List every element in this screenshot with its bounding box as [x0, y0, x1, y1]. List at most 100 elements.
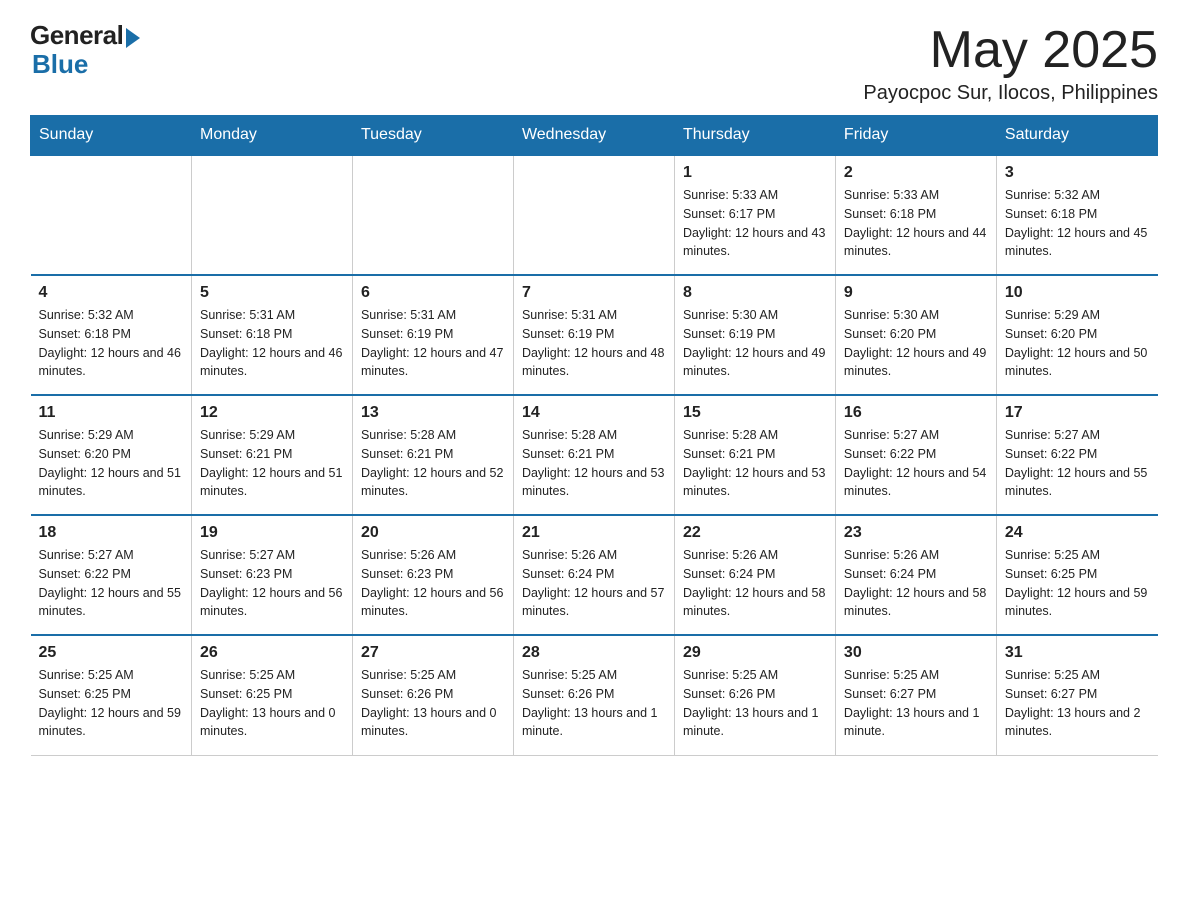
- calendar-week-row: 4Sunrise: 5:32 AM Sunset: 6:18 PM Daylig…: [31, 275, 1158, 395]
- day-number: 2: [844, 164, 988, 182]
- weekday-header-thursday: Thursday: [674, 116, 835, 156]
- calendar-cell: 7 Sunrise: 5:31 AM Sunset: 6:19 PM Daylig…: [513, 275, 674, 395]
- day-number: 4: [39, 284, 183, 302]
- logo-blue-text: Blue: [32, 49, 88, 80]
- calendar-cell: 27 Sunrise: 5:25 AM Sunset: 6:26 PM Dayli…: [352, 635, 513, 755]
- day-info: Sunrise: 5:33 AM Sunset: 6:18 PM Dayligh…: [844, 186, 988, 261]
- logo-general-text: General: [30, 20, 123, 51]
- weekday-header-row: SundayMondayTuesdayWednesdayThursdayFrid…: [31, 116, 1158, 156]
- calendar-cell: 13 Sunrise: 5:28 AM Sunset: 6:21 PM Dayli…: [352, 395, 513, 515]
- location-subtitle: Payocpoc Sur, Ilocos, Philippines: [863, 82, 1158, 105]
- weekday-header-sunday: Sunday: [31, 116, 192, 156]
- day-info: Sunrise: 5:31 AM Sunset: 6:19 PM Dayligh…: [522, 306, 666, 381]
- day-info: Sunrise: 5:26 AM Sunset: 6:24 PM Dayligh…: [683, 546, 827, 621]
- calendar-week-row: 25 Sunrise: 5:25 AM Sunset: 6:25 PM Dayli…: [31, 635, 1158, 755]
- day-info: Sunrise: 5:25 AM Sunset: 6:26 PM Dayligh…: [522, 666, 666, 741]
- day-number: 6: [361, 284, 505, 302]
- day-info: Sunrise: 5:30 AM Sunset: 6:19 PM Dayligh…: [683, 306, 827, 381]
- calendar-cell: [513, 155, 674, 275]
- logo-arrow-icon: [126, 28, 140, 48]
- weekday-header-friday: Friday: [835, 116, 996, 156]
- day-number: 5: [200, 284, 344, 302]
- day-info: Sunrise: 5:33 AM Sunset: 6:17 PM Dayligh…: [683, 186, 827, 261]
- weekday-header-saturday: Saturday: [996, 116, 1157, 156]
- day-number: 23: [844, 524, 988, 542]
- day-number: 15: [683, 404, 827, 422]
- calendar-cell: 1 Sunrise: 5:33 AM Sunset: 6:17 PM Daylig…: [674, 155, 835, 275]
- day-info: Sunrise: 5:25 AM Sunset: 6:27 PM Dayligh…: [1005, 666, 1150, 741]
- day-number: 19: [200, 524, 344, 542]
- day-number: 1: [683, 164, 827, 182]
- day-info: Sunrise: 5:30 AM Sunset: 6:20 PM Dayligh…: [844, 306, 988, 381]
- day-info: Sunrise: 5:25 AM Sunset: 6:27 PM Dayligh…: [844, 666, 988, 741]
- page-header: General Blue May 2025 Payocpoc Sur, Iloc…: [30, 20, 1158, 105]
- calendar-cell: 29 Sunrise: 5:25 AM Sunset: 6:26 PM Dayli…: [674, 635, 835, 755]
- day-info: Sunrise: 5:32 AM Sunset: 6:18 PM Dayligh…: [1005, 186, 1150, 261]
- calendar-cell: [191, 155, 352, 275]
- day-number: 24: [1005, 524, 1150, 542]
- day-info: Sunrise: 5:25 AM Sunset: 6:25 PM Dayligh…: [200, 666, 344, 741]
- calendar-cell: 26Sunrise: 5:25 AM Sunset: 6:25 PM Dayli…: [191, 635, 352, 755]
- day-number: 29: [683, 644, 827, 662]
- day-info: Sunrise: 5:28 AM Sunset: 6:21 PM Dayligh…: [522, 426, 666, 501]
- calendar-cell: 3 Sunrise: 5:32 AM Sunset: 6:18 PM Daylig…: [996, 155, 1157, 275]
- day-number: 7: [522, 284, 666, 302]
- day-info: Sunrise: 5:28 AM Sunset: 6:21 PM Dayligh…: [361, 426, 505, 501]
- day-number: 16: [844, 404, 988, 422]
- weekday-header-tuesday: Tuesday: [352, 116, 513, 156]
- day-info: Sunrise: 5:29 AM Sunset: 6:20 PM Dayligh…: [1005, 306, 1150, 381]
- calendar-week-row: 18 Sunrise: 5:27 AM Sunset: 6:22 PM Dayli…: [31, 515, 1158, 635]
- calendar-cell: 10Sunrise: 5:29 AM Sunset: 6:20 PM Dayli…: [996, 275, 1157, 395]
- day-info: Sunrise: 5:27 AM Sunset: 6:22 PM Dayligh…: [844, 426, 988, 501]
- day-number: 27: [361, 644, 505, 662]
- calendar-table: SundayMondayTuesdayWednesdayThursdayFrid…: [30, 115, 1158, 756]
- day-info: Sunrise: 5:29 AM Sunset: 6:20 PM Dayligh…: [39, 426, 183, 501]
- calendar-cell: 19 Sunrise: 5:27 AM Sunset: 6:23 PM Dayli…: [191, 515, 352, 635]
- calendar-cell: 2 Sunrise: 5:33 AM Sunset: 6:18 PM Daylig…: [835, 155, 996, 275]
- calendar-cell: 30 Sunrise: 5:25 AM Sunset: 6:27 PM Dayli…: [835, 635, 996, 755]
- day-info: Sunrise: 5:27 AM Sunset: 6:23 PM Dayligh…: [200, 546, 344, 621]
- weekday-header-wednesday: Wednesday: [513, 116, 674, 156]
- day-info: Sunrise: 5:26 AM Sunset: 6:23 PM Dayligh…: [361, 546, 505, 621]
- day-number: 13: [361, 404, 505, 422]
- day-number: 21: [522, 524, 666, 542]
- calendar-cell: [31, 155, 192, 275]
- day-number: 3: [1005, 164, 1150, 182]
- calendar-cell: 23Sunrise: 5:26 AM Sunset: 6:24 PM Dayli…: [835, 515, 996, 635]
- day-number: 12: [200, 404, 344, 422]
- day-info: Sunrise: 5:25 AM Sunset: 6:26 PM Dayligh…: [361, 666, 505, 741]
- calendar-cell: 31 Sunrise: 5:25 AM Sunset: 6:27 PM Dayli…: [996, 635, 1157, 755]
- calendar-week-row: 1 Sunrise: 5:33 AM Sunset: 6:17 PM Daylig…: [31, 155, 1158, 275]
- day-info: Sunrise: 5:25 AM Sunset: 6:25 PM Dayligh…: [39, 666, 183, 741]
- day-info: Sunrise: 5:27 AM Sunset: 6:22 PM Dayligh…: [39, 546, 183, 621]
- day-number: 28: [522, 644, 666, 662]
- calendar-cell: 28 Sunrise: 5:25 AM Sunset: 6:26 PM Dayli…: [513, 635, 674, 755]
- calendar-cell: 21 Sunrise: 5:26 AM Sunset: 6:24 PM Dayli…: [513, 515, 674, 635]
- calendar-cell: 9Sunrise: 5:30 AM Sunset: 6:20 PM Daylig…: [835, 275, 996, 395]
- calendar-week-row: 11Sunrise: 5:29 AM Sunset: 6:20 PM Dayli…: [31, 395, 1158, 515]
- day-number: 30: [844, 644, 988, 662]
- weekday-header-monday: Monday: [191, 116, 352, 156]
- calendar-cell: 22Sunrise: 5:26 AM Sunset: 6:24 PM Dayli…: [674, 515, 835, 635]
- day-info: Sunrise: 5:26 AM Sunset: 6:24 PM Dayligh…: [522, 546, 666, 621]
- day-number: 17: [1005, 404, 1150, 422]
- calendar-cell: 11Sunrise: 5:29 AM Sunset: 6:20 PM Dayli…: [31, 395, 192, 515]
- day-info: Sunrise: 5:29 AM Sunset: 6:21 PM Dayligh…: [200, 426, 344, 501]
- calendar-cell: 6 Sunrise: 5:31 AM Sunset: 6:19 PM Daylig…: [352, 275, 513, 395]
- calendar-cell: 17Sunrise: 5:27 AM Sunset: 6:22 PM Dayli…: [996, 395, 1157, 515]
- day-info: Sunrise: 5:31 AM Sunset: 6:19 PM Dayligh…: [361, 306, 505, 381]
- day-number: 8: [683, 284, 827, 302]
- calendar-cell: 18 Sunrise: 5:27 AM Sunset: 6:22 PM Dayli…: [31, 515, 192, 635]
- day-number: 25: [39, 644, 183, 662]
- day-info: Sunrise: 5:25 AM Sunset: 6:25 PM Dayligh…: [1005, 546, 1150, 621]
- day-number: 31: [1005, 644, 1150, 662]
- day-info: Sunrise: 5:25 AM Sunset: 6:26 PM Dayligh…: [683, 666, 827, 741]
- calendar-cell: 4Sunrise: 5:32 AM Sunset: 6:18 PM Daylig…: [31, 275, 192, 395]
- day-info: Sunrise: 5:28 AM Sunset: 6:21 PM Dayligh…: [683, 426, 827, 501]
- day-number: 18: [39, 524, 183, 542]
- month-year-title: May 2025: [863, 20, 1158, 80]
- calendar-cell: 12 Sunrise: 5:29 AM Sunset: 6:21 PM Dayli…: [191, 395, 352, 515]
- day-number: 20: [361, 524, 505, 542]
- calendar-cell: 24 Sunrise: 5:25 AM Sunset: 6:25 PM Dayli…: [996, 515, 1157, 635]
- calendar-cell: 8 Sunrise: 5:30 AM Sunset: 6:19 PM Daylig…: [674, 275, 835, 395]
